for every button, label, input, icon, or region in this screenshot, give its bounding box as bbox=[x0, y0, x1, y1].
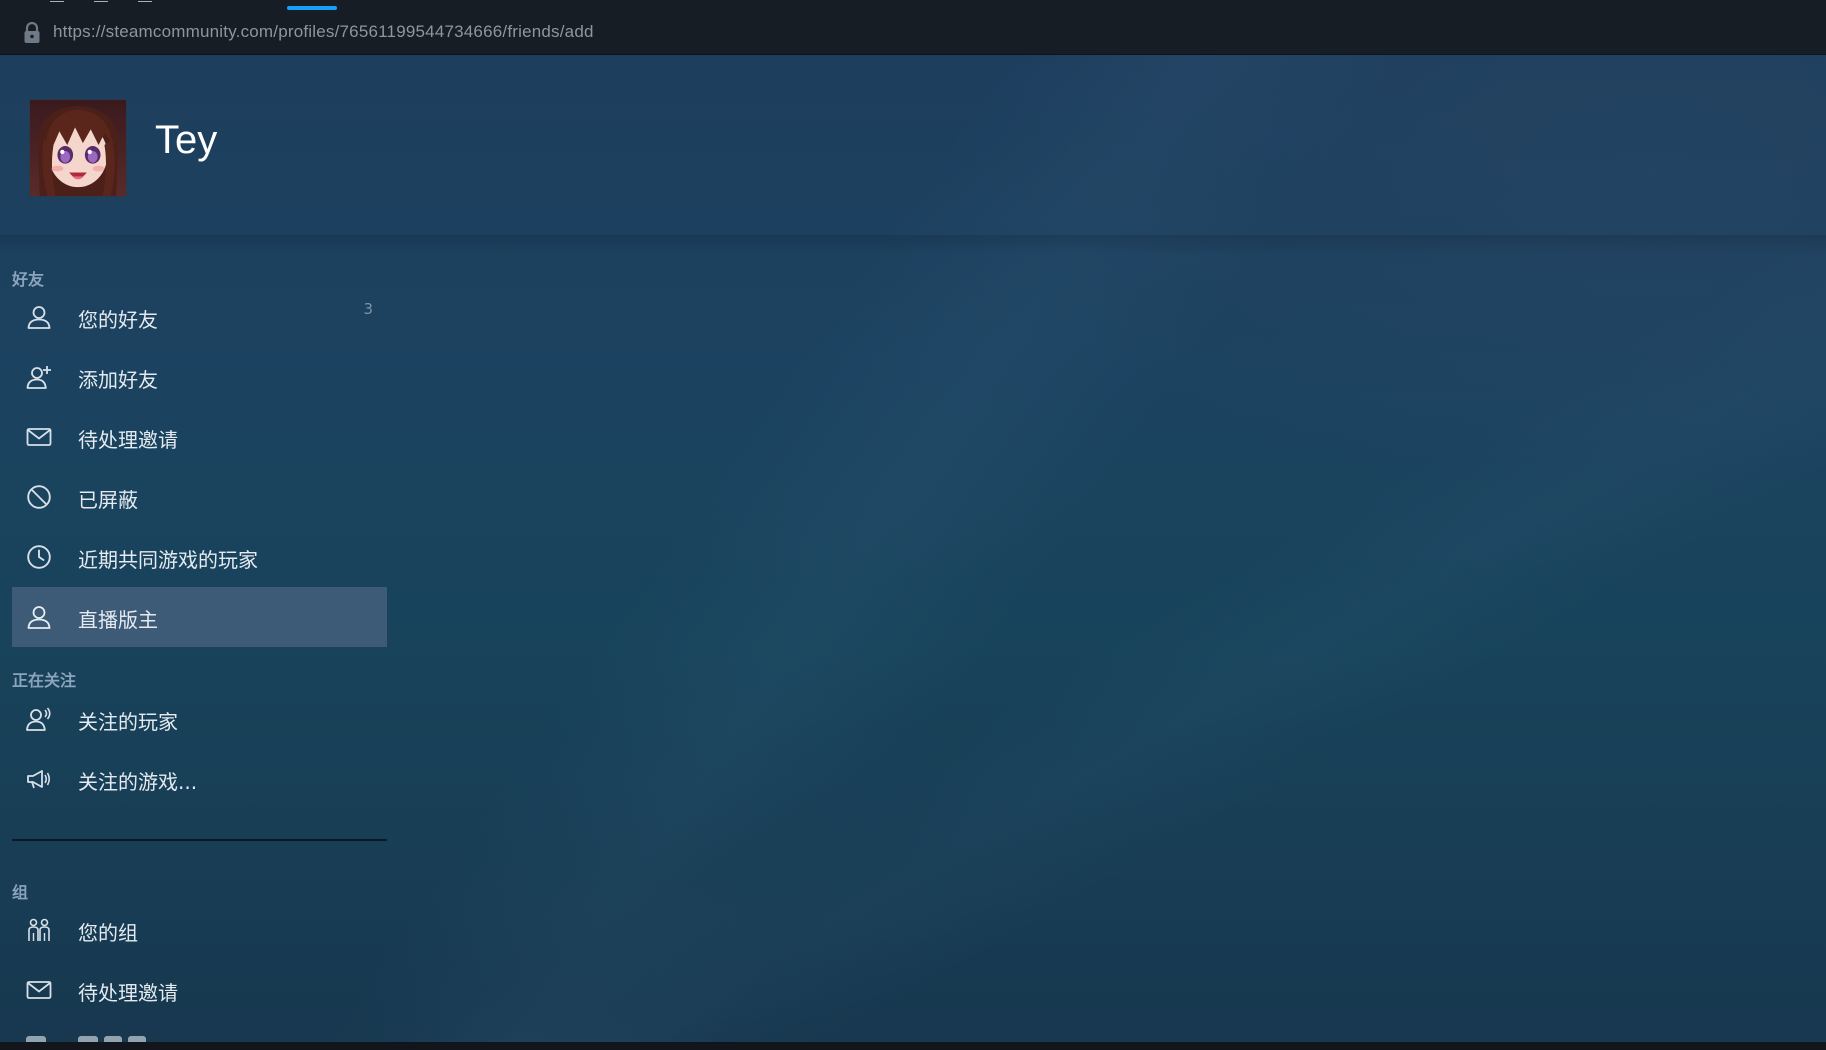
sidebar-item-blocked[interactable]: 已屏蔽 bbox=[12, 467, 387, 527]
sidebar-item-followed-players[interactable]: 关注的玩家 bbox=[12, 689, 387, 749]
sidebar-item-label: 您的组 bbox=[78, 921, 138, 945]
sidebar-item-followed-games[interactable]: 关注的游戏... bbox=[12, 749, 387, 809]
sidebar-item-your-groups[interactable]: 您的组 bbox=[12, 900, 387, 960]
header-divider bbox=[0, 235, 1826, 255]
sidebar-item-recently-played-with[interactable]: 近期共同游戏的玩家 bbox=[12, 527, 387, 587]
followed-players-icon bbox=[26, 706, 52, 732]
sidebar-item-label: 您的好友 bbox=[78, 308, 158, 332]
sidebar-item-label: 待处理邀请 bbox=[78, 981, 178, 1005]
sidebar-item-label: 待处理邀请 bbox=[78, 428, 178, 452]
clock-icon bbox=[26, 544, 52, 570]
tab-strip-remnant bbox=[50, 0, 230, 2]
persona-name: Tey bbox=[155, 118, 218, 162]
envelope-icon bbox=[26, 977, 52, 1003]
sidebar-item-label: 直播版主 bbox=[78, 608, 158, 632]
add-person-icon bbox=[26, 364, 52, 390]
block-icon bbox=[26, 484, 52, 510]
following-section-header: 正在关注 bbox=[12, 671, 77, 690]
sidebar-divider bbox=[12, 839, 387, 841]
lock-icon bbox=[23, 21, 41, 44]
friends-count-badge: 3 bbox=[363, 300, 373, 318]
sidebar-item-label: 关注的游戏... bbox=[78, 770, 198, 794]
sidebar-item-pending-invites[interactable]: 待处理邀请 bbox=[12, 407, 387, 467]
group-icon bbox=[26, 917, 52, 943]
sidebar-item-your-friends[interactable]: 您的好友 3 bbox=[12, 287, 387, 347]
sidebar-item-group-invites[interactable]: 待处理邀请 bbox=[12, 960, 387, 1020]
person-icon bbox=[26, 304, 52, 330]
sidebar-item-cutoff bbox=[12, 1033, 387, 1042]
active-tab-indicator bbox=[287, 6, 337, 10]
avatar[interactable] bbox=[29, 99, 127, 197]
sidebar-item-label: 近期共同游戏的玩家 bbox=[78, 548, 258, 572]
sidebar-item-broadcast-moderators[interactable]: 直播版主 bbox=[12, 587, 387, 647]
sidebar-item-label: 关注的玩家 bbox=[78, 710, 178, 734]
bottom-edge bbox=[0, 1042, 1826, 1050]
sidebar-item-add-friend[interactable]: 添加好友 bbox=[12, 347, 387, 407]
url-text[interactable]: https://steamcommunity.com/profiles/7656… bbox=[53, 22, 594, 42]
megaphone-icon bbox=[26, 766, 52, 792]
person-icon bbox=[26, 604, 52, 630]
sidebar-item-label: 添加好友 bbox=[78, 368, 158, 392]
envelope-icon bbox=[26, 424, 52, 450]
sidebar-item-label: 已屏蔽 bbox=[78, 488, 138, 512]
address-bar: https://steamcommunity.com/profiles/7656… bbox=[0, 0, 1826, 55]
